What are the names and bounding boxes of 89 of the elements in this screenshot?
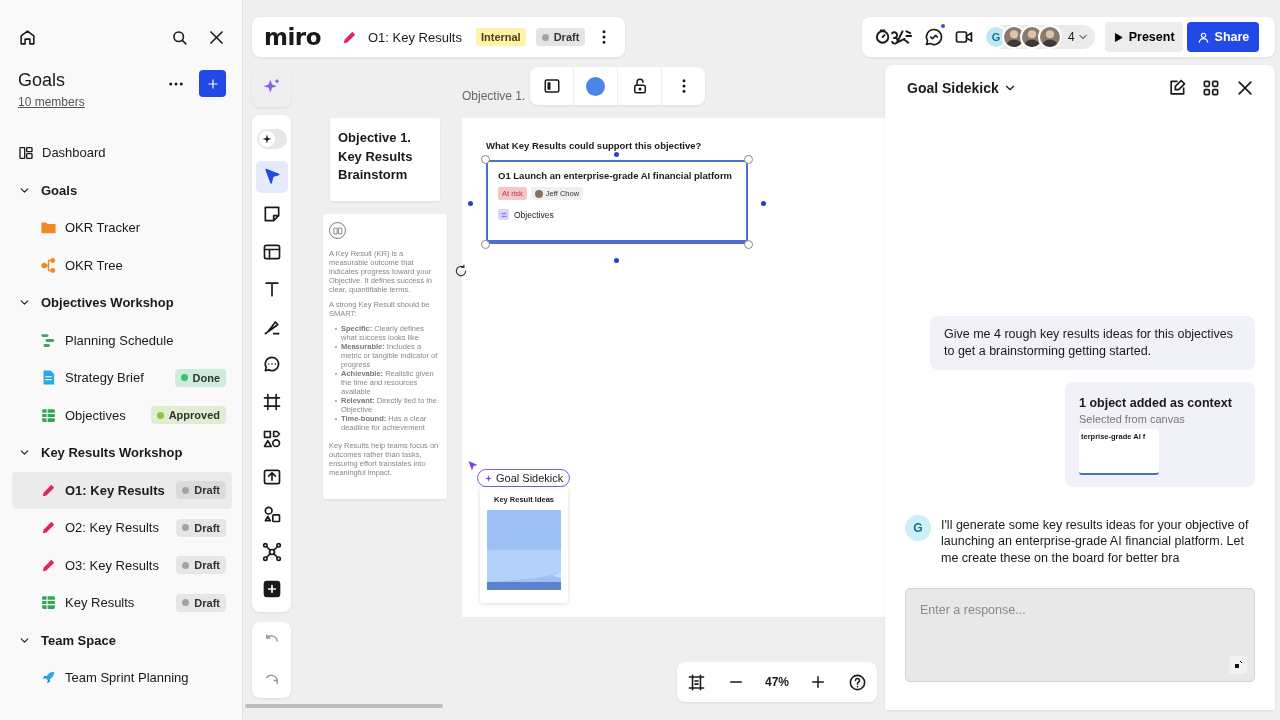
board-title[interactable]: O1: Key Results [368,29,462,45]
sidebar-item[interactable]: O1: Key Results Draft [12,471,232,509]
spreadsheet-icon [40,406,57,424]
sidebar-item[interactable]: Dashboard [12,134,232,172]
assistant-avatar: G [905,514,931,541]
person-icon [1196,30,1210,44]
add-button[interactable] [199,70,226,97]
resize-handle[interactable] [481,240,490,249]
cursor-icon [467,460,479,472]
section-label: Key Results Workshop [41,445,183,461]
status-badge: Done [174,368,226,387]
stop-icon [1233,660,1243,670]
zoom-level: 47% [764,675,789,689]
section-header[interactable]: Team Space [12,621,232,659]
tree-icon [40,256,57,274]
sparkle-icon [484,473,493,483]
members-link[interactable]: 10 members [18,95,85,109]
comment-icon [261,354,282,374]
tool-button[interactable] [255,160,288,193]
objective-title: O1 Launch an enterprise-grade AI financial platform [498,169,734,182]
sidebar-item[interactable]: O3: Key Results Draft [12,546,232,584]
mind-map-icon [261,541,282,562]
sticky-note-stack-icon [487,510,561,590]
timeline-icon [40,331,57,349]
section-header[interactable]: Key Results Workshop [12,434,232,472]
sidebar-item[interactable]: Planning Schedule [12,321,232,359]
help-icon[interactable] [847,672,867,692]
connector-handle[interactable] [614,258,619,263]
question-text: What Key Results could support this objective? [486,140,702,151]
present-button[interactable]: Present [1104,22,1183,52]
status-badge: Draft [176,481,226,500]
context-subtitle: Selected from canvas [1079,412,1186,425]
sidebar-item[interactable]: OKR Tracker [12,209,232,247]
scrollbar[interactable] [245,704,443,708]
panel-icon[interactable] [542,77,561,95]
collaborators-button[interactable]: G 4 [984,25,1095,49]
status-badge: Draft [535,28,586,46]
sidebar-item[interactable]: Key Results Draft [12,584,232,622]
section-header[interactable]: Goals [12,171,232,209]
sidebar-item[interactable]: Objectives Approved [12,396,232,434]
new-chat-icon[interactable] [1167,78,1187,98]
chat-icon[interactable] [924,27,944,47]
context-title: 1 object added as context [1079,395,1233,410]
title-card[interactable]: Objective 1. Key Results Brainstorm [330,118,440,201]
section-label: Team Space [41,632,116,648]
connector-handle[interactable] [614,152,619,157]
logo[interactable]: miro [264,24,321,50]
sidebar-item[interactable]: OKR Tree [12,246,232,284]
objective-link[interactable]: Objectives [514,209,554,220]
avatar [1038,25,1062,49]
response-field[interactable]: Enter a response... [905,588,1255,682]
color-swatch[interactable] [586,76,605,96]
frame-title: Objective 1. [462,89,526,103]
play-icon [1112,31,1124,43]
shapes-icon [261,429,282,449]
resize-handle[interactable] [481,155,490,164]
share-button[interactable]: Share [1186,22,1260,52]
sync-icon [498,209,509,220]
status-badge: Draft [176,518,226,537]
assistant-message: I'll generate some key results ideas for your objective of launching an enterprise-grade AI financial platform. Let me create these on the board for better bra [941,516,1250,566]
dashboard-icon [18,144,34,161]
close-icon[interactable] [1235,78,1255,98]
assistant-selector[interactable]: Goal Sidekick [907,80,1017,96]
fit-icon[interactable] [687,672,707,692]
plus-icon [205,76,220,91]
connector-handle[interactable] [468,201,473,206]
frame-icon [261,391,282,412]
home-icon[interactable] [18,27,37,47]
resize-handle[interactable] [744,155,753,164]
cursor-name: Goal Sidekick [496,472,564,484]
resize-handle[interactable] [744,240,753,249]
status-badge: Draft [176,593,226,612]
send-button[interactable] [1229,656,1247,674]
classification-tag: Internal [475,28,526,46]
sidebar-item[interactable]: Team Sprint Planning [12,659,232,697]
plus-icon [261,579,282,599]
section-label: Objectives Workshop [41,295,174,311]
status-badge: Draft [176,556,226,575]
section-header[interactable]: Objectives Workshop [12,284,232,322]
status-badge: Approved [150,406,226,425]
rotate-icon[interactable] [454,264,468,278]
section-label: Goals [41,182,78,198]
space-title: Goals [18,70,67,91]
spreadsheet-icon [40,594,57,612]
grid-icon[interactable] [1201,78,1221,98]
connector-handle[interactable] [761,201,766,206]
sidebar-item[interactable]: Strategy Brief Done [12,359,232,397]
sidebar-item[interactable]: O2: Key Results Draft [12,509,232,547]
user-message: Give me 4 rough key results ideas for this objectives to get a brainstorming getting started. [930,315,1255,370]
